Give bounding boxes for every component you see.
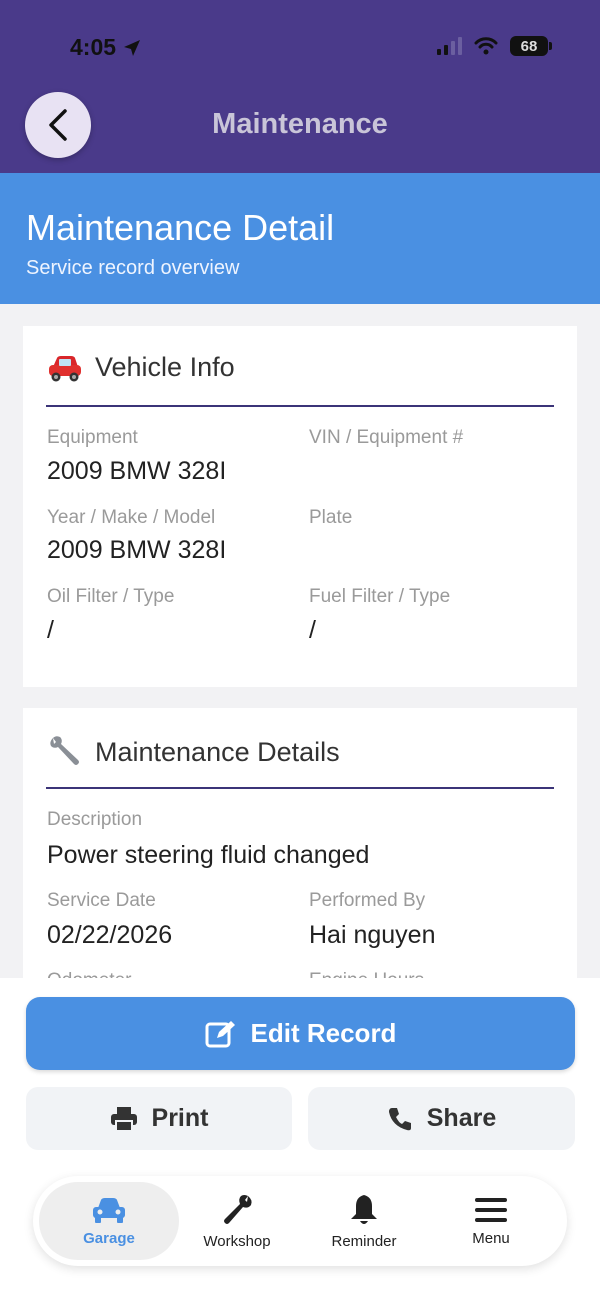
vehicle-info-card: Vehicle Info Equipment 2009 BMW 328I VIN… [23,326,577,687]
service-date-label: Service Date [47,890,156,911]
status-indicators: 68 [437,36,552,56]
edit-record-button[interactable]: Edit Record [26,997,575,1070]
battery-icon: 68 [510,36,552,56]
description-value: Power steering fluid changed [47,841,370,869]
vehicle-info-title: Vehicle Info [95,352,235,382]
maintenance-details-card: Maintenance Details Description Power st… [23,708,577,1008]
edit-record-label: Edit Record [250,1018,397,1048]
page-header: Maintenance Detail Service record overvi… [0,173,600,304]
nav-title: Maintenance [212,108,388,140]
top-navigation-bar: 4:05 68 Maintenance [0,0,600,173]
car-icon [49,355,81,381]
wrench-icon [50,736,79,765]
service-date-value: 02/22/2026 [47,921,173,949]
menu-icon [475,1197,507,1222]
edit-icon [205,1020,235,1047]
year-make-model-value: 2009 BMW 328I [47,536,227,564]
battery-level: 68 [520,37,538,55]
maintenance-details-heading: Maintenance Details [47,734,340,770]
tab-workshop[interactable]: Workshop [167,1182,307,1260]
wifi-icon [474,37,498,55]
oil-filter-label: Oil Filter / Type [47,586,175,607]
car-icon [93,1197,125,1223]
year-make-model-label: Year / Make / Model [47,507,216,528]
location-arrow-icon [124,39,141,56]
page-subtitle: Service record overview [26,257,240,279]
tab-workshop-label: Workshop [203,1232,271,1250]
wrench-icon [224,1194,252,1224]
bell-icon [351,1194,377,1224]
tab-menu-label: Menu [472,1229,510,1247]
oil-filter-value: / [47,616,54,644]
share-button[interactable]: Share [308,1087,575,1150]
divider [46,787,554,789]
vehicle-info-heading: Vehicle Info [47,352,235,383]
plate-label: Plate [309,507,353,528]
divider [46,405,554,407]
status-time: 4:05 [70,34,142,61]
performed-by-label: Performed By [309,890,426,911]
maintenance-details-title: Maintenance Details [95,736,340,767]
phone-icon [388,1107,411,1130]
vin-label: VIN / Equipment # [309,427,464,448]
tab-bar: Garage Workshop Reminder Menu [33,1176,567,1266]
printer-icon [110,1106,137,1132]
signal-icon [437,37,462,55]
print-button[interactable]: Print [26,1087,292,1150]
tab-menu[interactable]: Menu [421,1182,561,1260]
fuel-filter-label: Fuel Filter / Type [309,586,451,607]
print-label: Print [151,1104,209,1132]
performed-by-value: Hai nguyen [309,921,436,949]
tab-garage[interactable]: Garage [39,1182,179,1260]
description-label: Description [47,809,143,830]
equipment-label: Equipment [47,427,138,448]
share-label: Share [426,1104,497,1132]
equipment-value: 2009 BMW 328I [47,457,227,485]
tab-reminder-label: Reminder [331,1232,397,1250]
fuel-filter-value: / [309,616,316,644]
page-title: Maintenance Detail [26,207,335,248]
time-text: 4:05 [70,34,117,60]
tab-reminder[interactable]: Reminder [294,1182,434,1260]
tab-garage-label: Garage [83,1229,135,1247]
